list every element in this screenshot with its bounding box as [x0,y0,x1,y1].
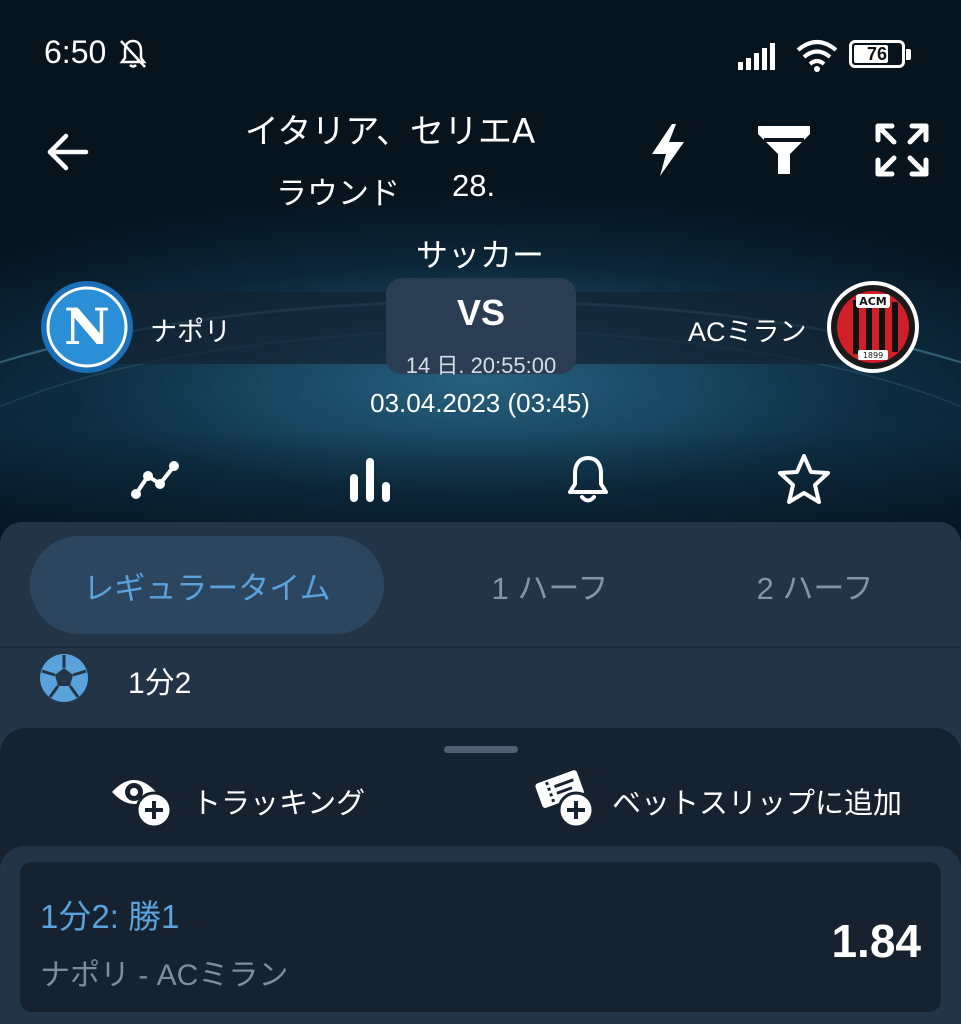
round-label: ラウンド [276,176,400,212]
bell-off-icon [119,39,147,68]
period-tabs: レギュラータイム 1 ハーフ 2 ハーフ [0,536,961,636]
bell-icon[interactable] [560,452,616,508]
league-title: イタリア、セリエA [244,112,536,152]
line-chart-icon[interactable] [128,452,184,508]
status-time: 6:50 [44,34,107,70]
tab-first-half[interactable]: 1 ハーフ [440,536,660,634]
sport-label: サッカー [415,236,544,274]
bet-teams: ナポリ - ACミラン [40,959,289,992]
tracking-button[interactable]: トラッキング [192,780,365,822]
napoli-logo[interactable]: N [40,280,134,374]
status-bar: 6:50 76 [0,0,961,100]
ticket-plus-icon[interactable] [532,768,598,830]
wifi-icon [796,40,838,72]
expand-icon[interactable] [872,120,932,180]
bet-odds[interactable]: 1.84 [831,914,921,968]
countdown: 14 日. 20:55:00 [405,353,557,378]
vs-label: VS [456,292,506,333]
tab-second-half[interactable]: 2 ハーフ [700,536,930,634]
soccer-ball-icon [40,654,88,702]
star-icon[interactable] [776,452,832,508]
bet-title: 1分2: 勝1 [40,898,180,935]
sheet-drag-handle[interactable] [444,746,518,753]
add-to-betslip-button[interactable]: ベットスリップに追加 [612,780,902,822]
battery-tip [906,49,911,60]
match-datetime: 03.04.2023 (03:45) [370,388,590,418]
svg-text:ACM: ACM [859,295,887,308]
battery-indicator: 76 [849,40,905,68]
filter-icon[interactable] [754,120,814,180]
bar-chart-icon[interactable] [344,452,400,508]
home-team-name[interactable]: ナポリ [150,310,231,349]
back-arrow-icon[interactable] [40,124,96,180]
tab-regular-time[interactable]: レギュラータイム [30,536,384,634]
signal-icon [738,43,775,70]
market-name[interactable]: 1分2 [128,658,191,702]
battery-level: 76 [866,43,888,64]
svg-text:N: N [64,297,110,356]
away-team-name[interactable]: ACミラン [688,310,807,349]
eye-plus-icon[interactable] [110,768,176,830]
svg-text:1899: 1899 [863,351,883,360]
round-number: 28. [452,168,496,203]
lightning-icon[interactable] [638,120,698,180]
ac-milan-logo[interactable]: ACM 1899 [826,280,920,374]
